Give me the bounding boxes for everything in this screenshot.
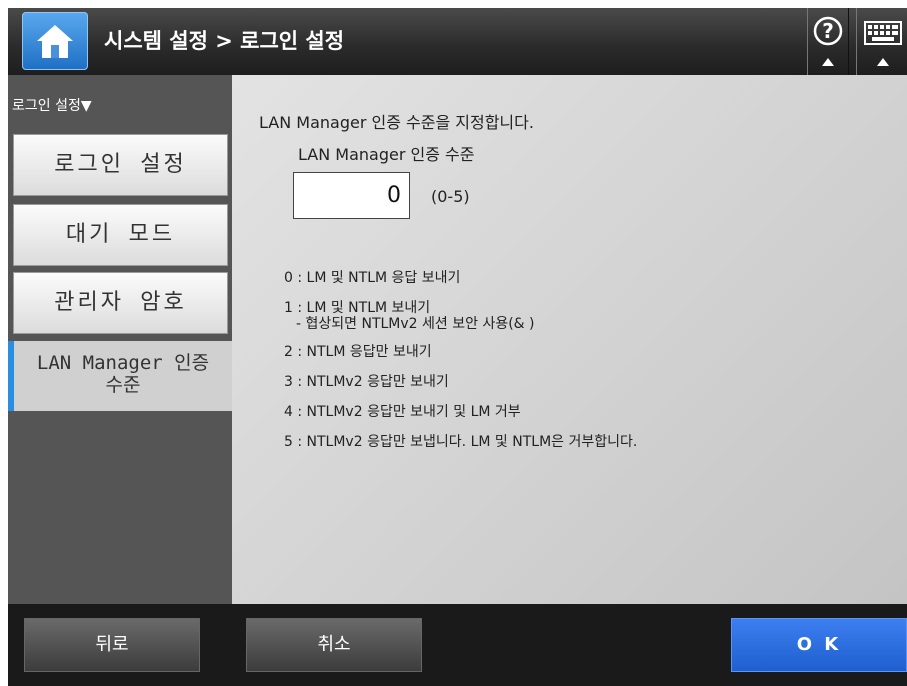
- option-text: 1 : LM 및 NTLM 보내기: [284, 300, 431, 316]
- option-subtext: - 협상되면 NTLMv2 세션 보안 사용(& ): [296, 316, 535, 332]
- sidebar: 로그인 설정▼ 로그인 설정 대기 모드 관리자 암호 LAN Manager …: [8, 75, 232, 604]
- auth-level-input[interactable]: [293, 172, 410, 219]
- sidebar-item-lan-manager-line1: LAN Manager 인증: [36, 352, 210, 374]
- option-3: 3 : NTLMv2 응답만 보내기: [284, 367, 637, 397]
- ok-button[interactable]: O K: [731, 618, 907, 672]
- option-0: 0 : LM 및 NTLM 응답 보내기: [284, 263, 637, 293]
- home-button[interactable]: [22, 12, 88, 70]
- svg-text:?: ?: [822, 19, 834, 43]
- sidebar-breadcrumb[interactable]: 로그인 설정▼: [12, 95, 92, 115]
- auth-level-options: 0 : LM 및 NTLM 응답 보내기 1 : LM 및 NTLM 보내기 -…: [284, 263, 637, 457]
- help-icon: ?: [813, 16, 843, 66]
- option-text: 2 : NTLM 응답만 보내기: [284, 344, 432, 360]
- option-1: 1 : LM 및 NTLM 보내기 - 협상되면 NTLMv2 세션 보안 사용…: [284, 293, 637, 337]
- sidebar-item-admin-password[interactable]: 관리자 암호: [13, 272, 228, 334]
- keyboard-icon: [864, 21, 902, 66]
- footer-bar: 뒤로 취소 O K: [8, 604, 907, 686]
- auth-level-label: LAN Manager 인증 수준: [298, 145, 475, 164]
- option-text: 5 : NTLMv2 응답만 보냅니다. LM 및 NTLM은 거부합니다.: [284, 434, 638, 450]
- main-content: LAN Manager 인증 수준을 지정합니다. LAN Manager 인증…: [232, 75, 907, 604]
- option-2: 2 : NTLM 응답만 보내기: [284, 337, 637, 367]
- page-description: LAN Manager 인증 수준을 지정합니다.: [259, 113, 534, 132]
- option-4: 4 : NTLMv2 응답만 보내기 및 LM 거부: [284, 397, 637, 427]
- sidebar-item-login-settings[interactable]: 로그인 설정: [13, 134, 228, 196]
- page-title: 시스템 설정 > 로그인 설정: [104, 29, 345, 53]
- sidebar-item-standby-mode[interactable]: 대기 모드: [13, 204, 228, 266]
- option-5: 5 : NTLMv2 응답만 보냅니다. LM 및 NTLM은 거부합니다.: [284, 427, 637, 457]
- app-window: 시스템 설정 > 로그인 설정 ? 로그인 설정▼ 로그인 설정 대기 모드 관…: [8, 8, 907, 686]
- option-text: 0 : LM 및 NTLM 응답 보내기: [284, 270, 461, 286]
- option-text: 4 : NTLMv2 응답만 보내기 및 LM 거부: [284, 404, 521, 420]
- header-bar: 시스템 설정 > 로그인 설정 ?: [8, 8, 907, 75]
- cancel-button[interactable]: 취소: [246, 618, 422, 672]
- back-button[interactable]: 뒤로: [24, 618, 200, 672]
- sidebar-item-lan-manager[interactable]: LAN Manager 인증 수준: [8, 341, 232, 411]
- keyboard-button[interactable]: [856, 8, 907, 75]
- option-text: 3 : NTLMv2 응답만 보내기: [284, 374, 449, 390]
- help-button[interactable]: ?: [807, 8, 849, 75]
- home-icon: [37, 25, 73, 58]
- auth-level-range: (0-5): [431, 187, 470, 206]
- sidebar-item-lan-manager-line2: 수준: [105, 374, 141, 396]
